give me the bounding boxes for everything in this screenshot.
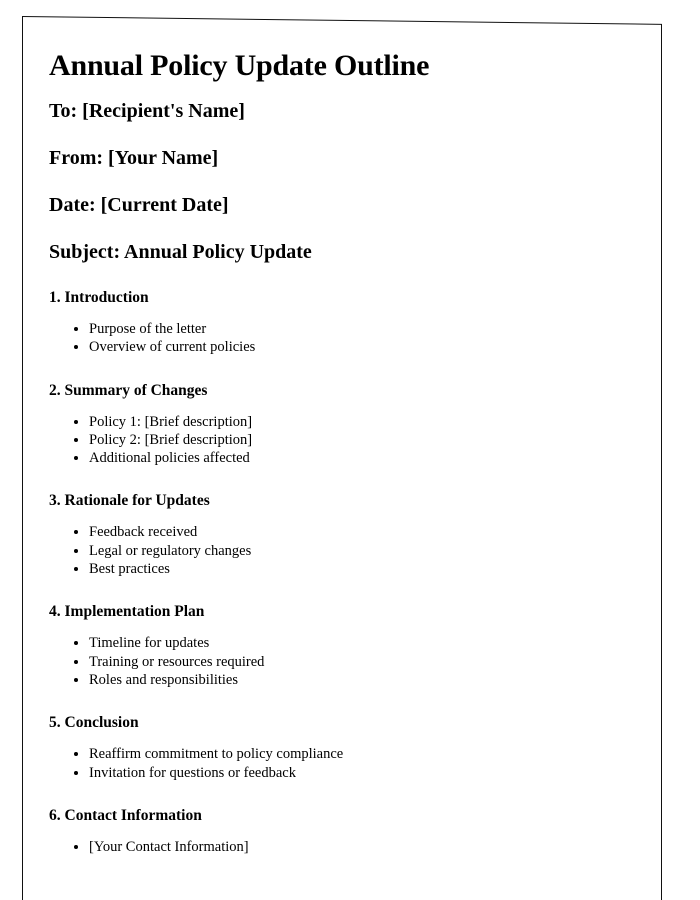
document-page: Annual Policy Update Outline To: [Recipi… — [0, 0, 700, 900]
list-item: Invitation for questions or feedback — [89, 764, 639, 782]
section-heading: 3. Rationale for Updates — [49, 492, 210, 510]
section-bullet-list: Purpose of the letter Overview of curren… — [49, 320, 639, 357]
section-bullet-list: Timeline for updates Training or resourc… — [49, 634, 639, 689]
section-heading: 2. Summary of Changes — [49, 381, 208, 399]
section-rationale-for-updates: 3. Rationale for Updates Feedback receiv… — [49, 479, 639, 590]
list-item: Feedback received — [89, 523, 639, 541]
section-bullet-list: Feedback received Legal or regulatory ch… — [49, 523, 639, 578]
list-item: Overview of current policies — [89, 338, 639, 356]
list-item: Policy 2: [Brief description] — [89, 431, 639, 449]
field-to: To: [Recipient's Name] — [49, 100, 245, 122]
section-heading: 5. Conclusion — [49, 714, 139, 732]
list-item: Roles and responsibilities — [89, 671, 639, 689]
page-border-right — [661, 24, 662, 900]
section-contact-information: 6. Contact Information [Your Contact Inf… — [49, 794, 639, 856]
list-item: [Your Contact Information] — [89, 838, 639, 856]
section-heading: 1. Introduction — [49, 289, 149, 306]
section-heading: 4. Implementation Plan — [49, 603, 205, 621]
field-date: Date: [Current Date] — [49, 194, 229, 216]
section-bullet-list: [Your Contact Information] — [49, 838, 639, 856]
section-bullet-list: Policy 1: [Brief description] Policy 2: … — [49, 413, 639, 468]
section-conclusion: 5. Conclusion Reaffirm commitment to pol… — [49, 701, 639, 794]
page-border-top — [21, 16, 662, 25]
section-heading: 6. Contact Information — [49, 806, 202, 824]
section-implementation-plan: 4. Implementation Plan Timeline for upda… — [49, 590, 639, 701]
page-title: Annual Policy Update Outline — [49, 49, 430, 82]
section-bullet-list: Reaffirm commitment to policy compliance… — [49, 745, 639, 782]
list-item: Best practices — [89, 560, 639, 578]
list-item: Reaffirm commitment to policy compliance — [89, 745, 639, 763]
page-border-left — [22, 16, 23, 900]
list-item: Timeline for updates — [89, 634, 639, 652]
list-item: Additional policies affected — [89, 449, 639, 467]
section-introduction: 1. Introduction Purpose of the letter Ov… — [49, 276, 639, 369]
list-item: Training or resources required — [89, 653, 639, 671]
field-subject: Subject: Annual Policy Update — [49, 241, 312, 263]
list-item: Policy 1: [Brief description] — [89, 413, 639, 431]
list-item: Purpose of the letter — [89, 320, 639, 338]
document-content: Annual Policy Update Outline To: [Recipi… — [49, 44, 639, 856]
section-summary-of-changes: 2. Summary of Changes Policy 1: [Brief d… — [49, 369, 639, 480]
field-from: From: [Your Name] — [49, 147, 219, 169]
list-item: Legal or regulatory changes — [89, 542, 639, 560]
